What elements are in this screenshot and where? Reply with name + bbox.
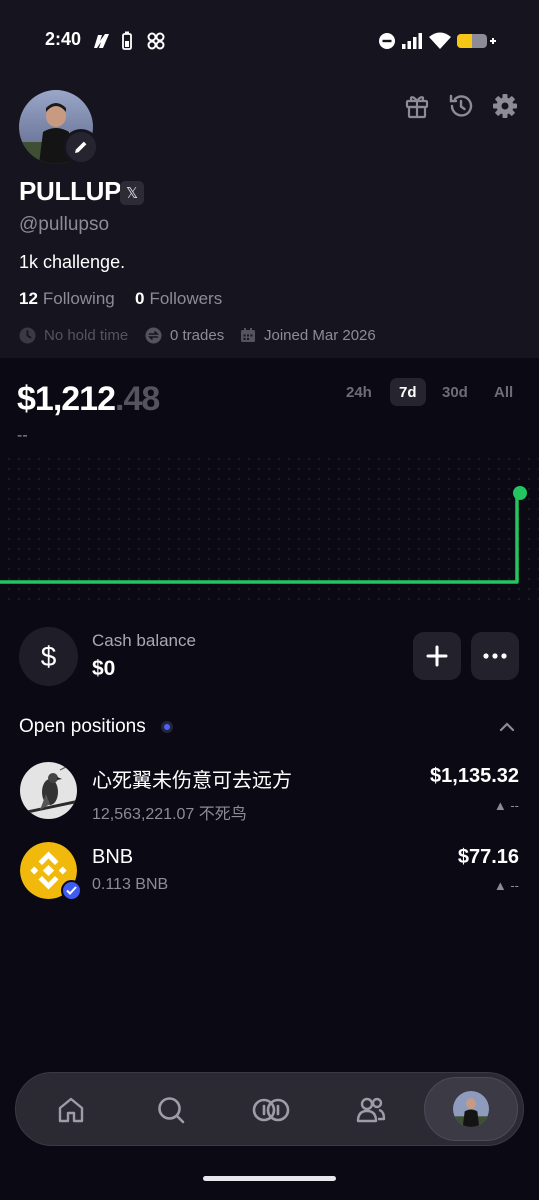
history-icon — [449, 94, 473, 117]
followers-link[interactable]: 0 Followers — [135, 289, 222, 309]
followers-label: Followers — [149, 289, 223, 308]
profile-bio: 1k challenge. — [19, 252, 126, 272]
battery-saver-icon — [122, 31, 132, 50]
nav-profile[interactable] — [424, 1077, 518, 1141]
status-time: 2:40 — [45, 29, 82, 49]
position-change: ▲ -- — [493, 798, 519, 813]
following-count: 12 — [19, 289, 38, 308]
portfolio-line-endpoint — [513, 486, 527, 500]
do-not-disturb-icon — [379, 33, 395, 49]
followers-count: 0 — [135, 289, 145, 308]
more-options-button[interactable] — [471, 632, 519, 680]
position-row[interactable]: BNB 0.113 BNB $77.16 ▲ -- — [0, 841, 539, 907]
notification-app-icon — [94, 34, 109, 48]
swap-icon — [145, 327, 162, 343]
nav-trade[interactable] — [244, 1083, 298, 1137]
following-link[interactable]: 12 Following — [19, 289, 115, 309]
add-cash-button[interactable] — [413, 632, 461, 680]
position-change: ▲ -- — [493, 878, 519, 893]
gift-icon — [405, 96, 429, 119]
positions-indicator-dot — [161, 721, 173, 733]
token-logo-bird — [20, 762, 77, 819]
wifi-icon — [429, 32, 451, 49]
settings-button[interactable] — [490, 91, 520, 121]
balance-change: -- — [17, 427, 28, 444]
position-value: $1,135.32 — [430, 765, 519, 787]
position-value: $77.16 — [457, 846, 519, 868]
portfolio-line-chart — [0, 486, 527, 584]
cash-dollar-icon: $ — [19, 627, 78, 686]
chevron-up-icon — [499, 722, 515, 732]
hold-time-stat: No hold time — [19, 325, 128, 345]
portfolio-balance: $1,212.48 — [17, 380, 160, 419]
trade-icon — [252, 1098, 290, 1122]
open-positions-title: Open positions — [19, 716, 146, 737]
x-link-icon[interactable]: 𝕏 — [120, 181, 144, 205]
nav-social[interactable] — [344, 1083, 398, 1137]
profile-name: PULLUP — [19, 176, 122, 206]
people-icon — [356, 1097, 386, 1123]
cash-balance-label: Cash balance — [92, 631, 196, 650]
joined-stat: Joined Mar 2026 — [240, 325, 376, 345]
hold-time-text: No hold time — [44, 326, 129, 344]
collapse-positions-button[interactable] — [496, 716, 518, 738]
position-amount: 12,563,221.07 不死鸟 — [92, 806, 247, 823]
profile-handle: @pullupso — [19, 214, 110, 235]
verified-check-icon — [61, 880, 82, 901]
balance-decimal: .48 — [115, 380, 160, 418]
search-icon — [158, 1097, 185, 1124]
status-bar: 2:40 — [0, 0, 539, 80]
range-tab-all[interactable]: All — [485, 378, 522, 406]
range-tab-24h[interactable]: 24h — [337, 378, 381, 406]
bottom-navigation — [15, 1072, 524, 1146]
gift-button[interactable] — [402, 91, 432, 121]
plus-icon — [426, 645, 448, 667]
range-tab-7d[interactable]: 7d — [390, 378, 426, 406]
pencil-icon — [75, 141, 87, 153]
nav-profile-avatar — [453, 1091, 489, 1127]
nav-search[interactable] — [144, 1083, 198, 1137]
cash-balance-value: $0 — [92, 657, 116, 680]
trades-stat: 0 trades — [145, 325, 224, 345]
signal-icon — [402, 33, 422, 49]
position-row[interactable]: 心死翼未伤意可去远方 12,563,221.07 不死鸟 $1,135.32 ▲… — [0, 760, 539, 826]
position-name: BNB — [92, 846, 134, 868]
trades-text: 0 trades — [170, 326, 225, 344]
more-icon — [483, 653, 507, 659]
history-button[interactable] — [446, 91, 476, 121]
pinwheel-app-icon — [147, 32, 165, 50]
calendar-icon — [241, 328, 255, 342]
position-amount: 0.113 BNB — [92, 876, 169, 893]
portfolio-line — [0, 493, 519, 584]
edit-avatar-button[interactable] — [63, 129, 99, 165]
balance-integer: $1,212 — [17, 380, 116, 418]
gear-icon — [493, 94, 517, 118]
home-indicator[interactable] — [203, 1176, 336, 1181]
battery-icon — [457, 34, 496, 48]
home-icon — [58, 1097, 84, 1123]
range-tab-30d[interactable]: 30d — [433, 378, 477, 406]
following-label: Following — [42, 289, 115, 308]
clock-icon — [19, 327, 36, 343]
joined-text: Joined Mar 2026 — [264, 326, 376, 344]
position-name: 心死翼未伤意可去远方 — [92, 770, 292, 792]
nav-home[interactable] — [44, 1083, 98, 1137]
